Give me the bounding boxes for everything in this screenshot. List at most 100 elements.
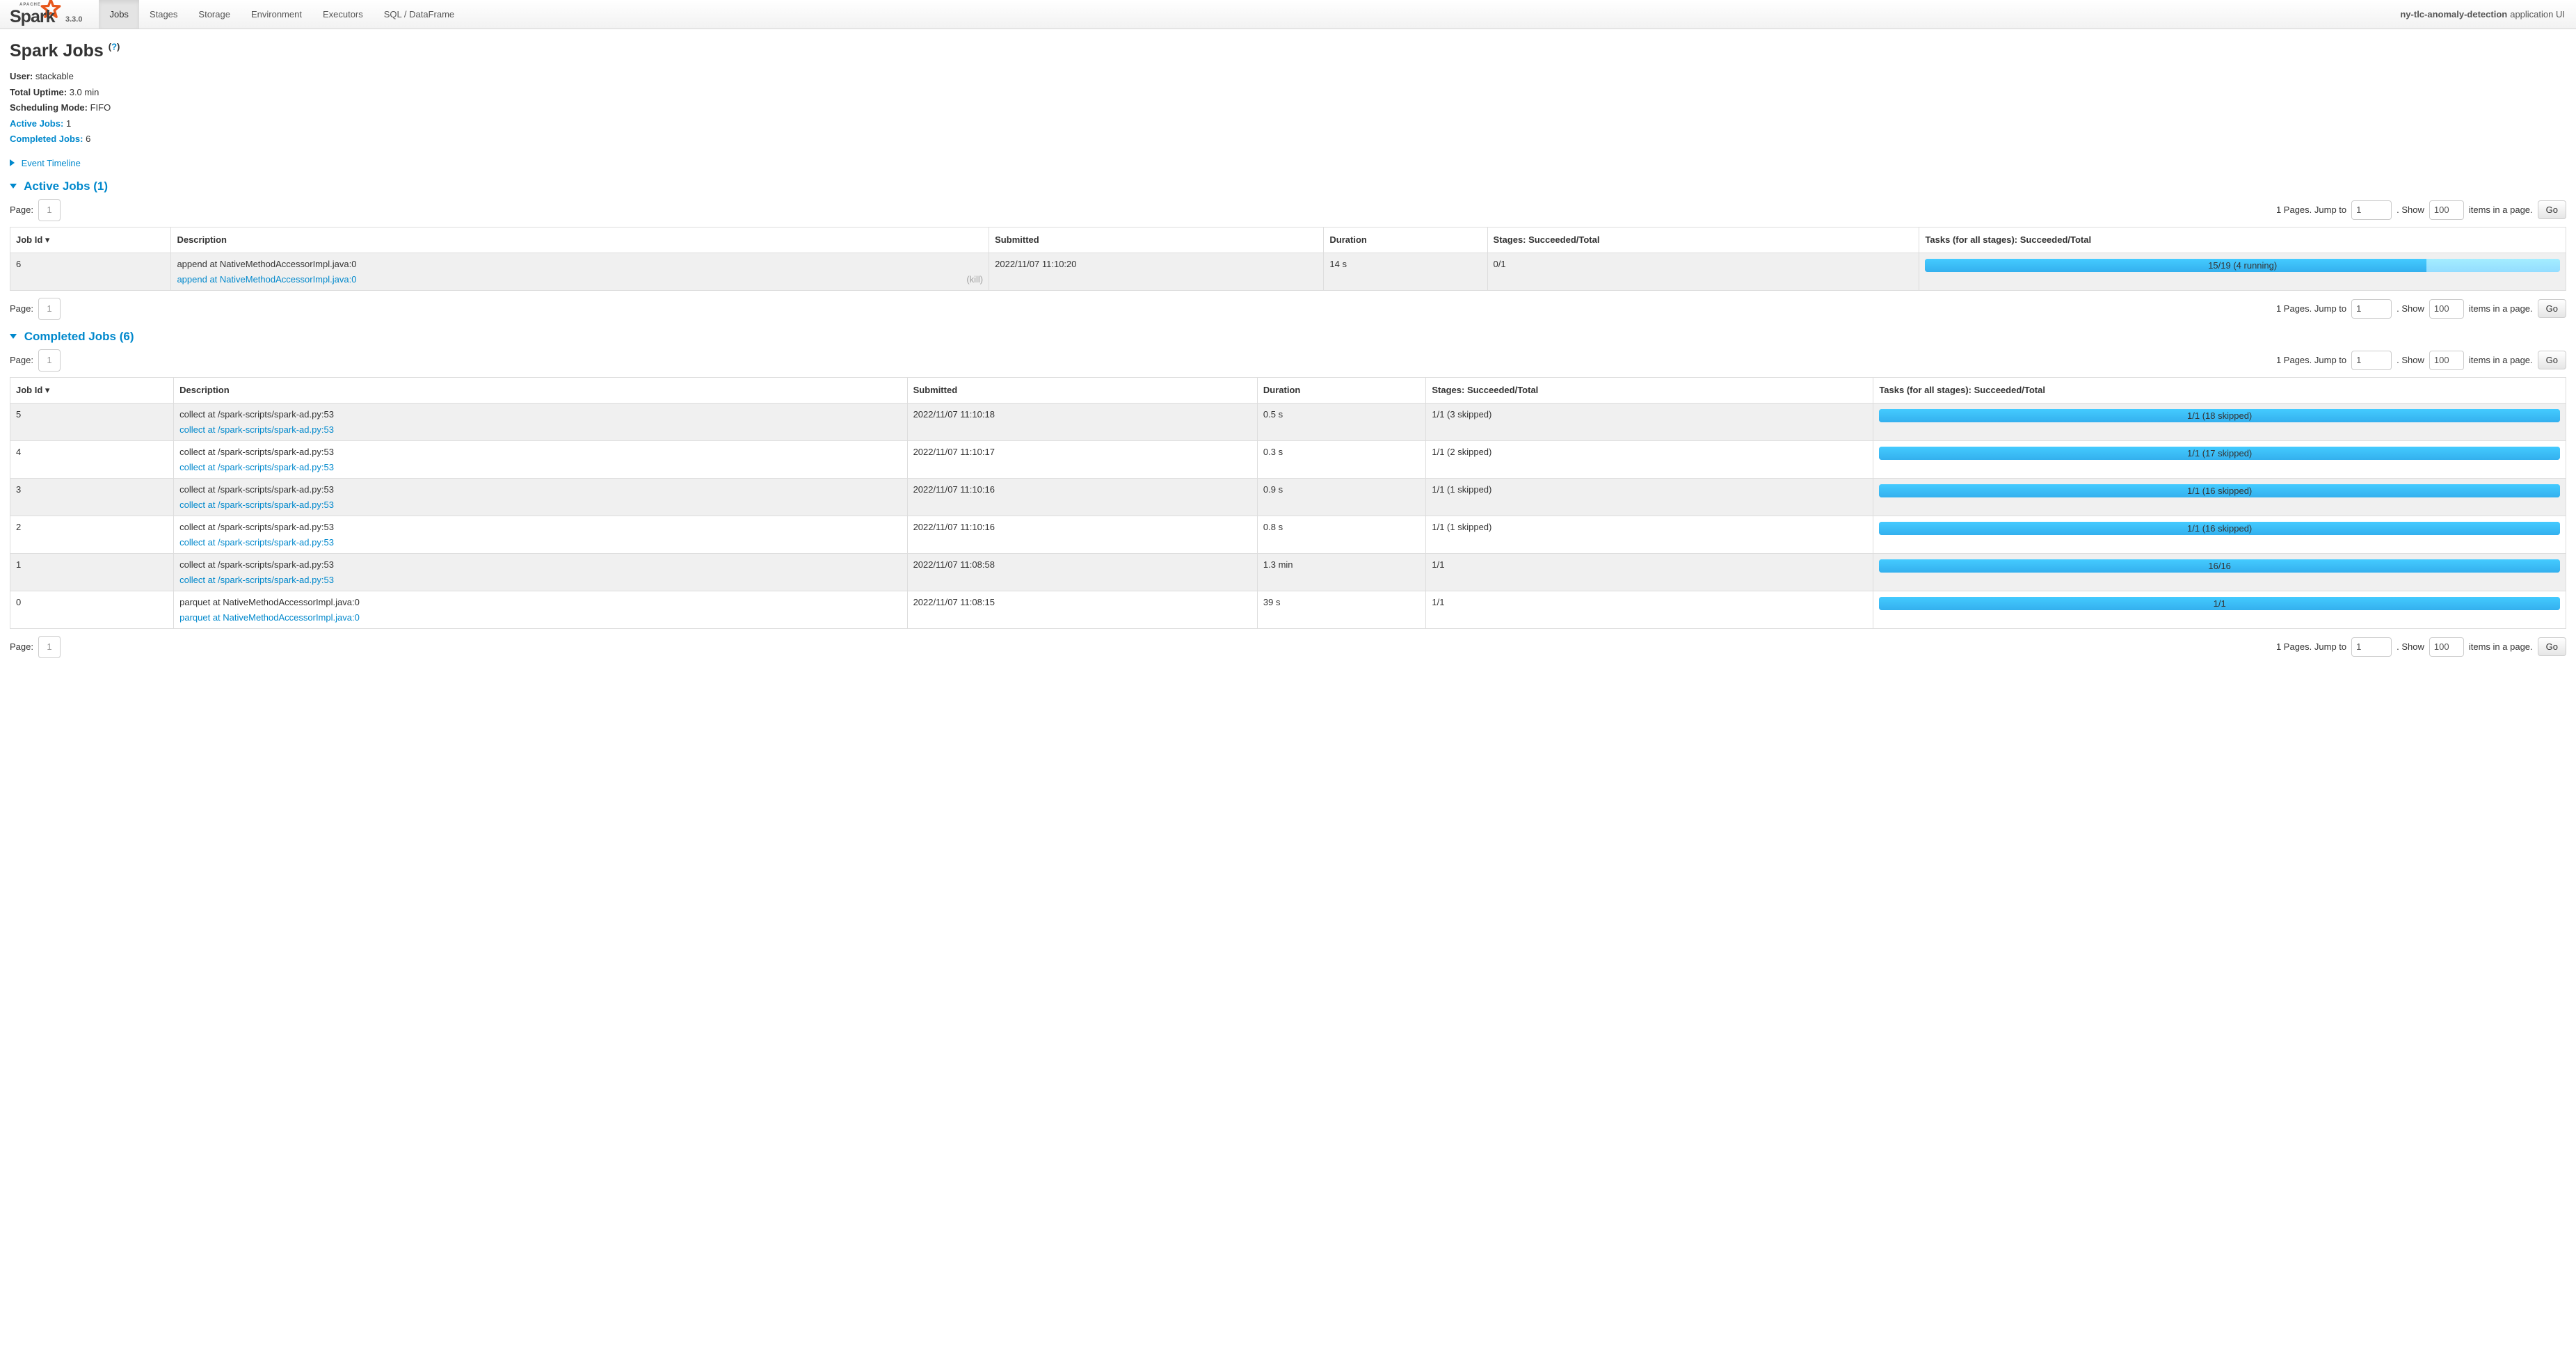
job-duration-cell: 14 s (1324, 253, 1487, 290)
help-paren-close: ) (117, 42, 120, 52)
page-number-input[interactable] (38, 199, 61, 221)
job-description-text: collect at /spark-scripts/spark-ad.py:53 (179, 522, 901, 532)
header-description[interactable]: Description (174, 377, 907, 403)
active-table-header-row: Job Id ▾ Description Submitted Duration … (10, 227, 2566, 253)
job-row: 5collect at /spark-scripts/spark-ad.py:5… (10, 403, 2566, 440)
job-id-cell: 6 (10, 253, 171, 290)
go-button[interactable]: Go (2538, 637, 2566, 656)
job-stages-cell: 1/1 (3 skipped) (1426, 403, 1873, 440)
job-id-cell: 3 (10, 478, 174, 516)
header-stages[interactable]: Stages: Succeeded/Total (1426, 377, 1873, 403)
job-stages-cell: 1/1 (1 skipped) (1426, 516, 1873, 553)
items-per-page-input[interactable] (2429, 299, 2464, 319)
go-button[interactable]: Go (2538, 200, 2566, 219)
tab-jobs[interactable]: Jobs (99, 0, 138, 29)
job-row: 6 append at NativeMethodAccessorImpl.java… (10, 253, 2566, 290)
tasks-progress-bar: 1/1 (16 skipped) (1879, 522, 2560, 535)
job-submitted-cell: 2022/11/07 11:10:20 (989, 253, 1324, 290)
page-content: Spark Jobs (?) User: stackable Total Upt… (0, 41, 2576, 680)
tab-executors[interactable]: Executors (312, 0, 374, 29)
job-stages-cell: 1/1 (1426, 591, 1873, 628)
go-button[interactable]: Go (2538, 299, 2566, 318)
summary-active-jobs-link[interactable]: Active Jobs: (10, 118, 63, 129)
job-description-links: collect at /spark-scripts/spark-ad.py:53 (179, 424, 901, 435)
job-description-links: collect at /spark-scripts/spark-ad.py:53 (179, 462, 901, 472)
header-submitted[interactable]: Submitted (989, 227, 1324, 253)
job-id-cell: 4 (10, 440, 174, 478)
tasks-progress-bar: 1/1 (18 skipped) (1879, 409, 2560, 422)
pagination-bar: Page: 1 Pages. Jump to . Show items in a… (10, 636, 2566, 658)
job-id-cell: 5 (10, 403, 174, 440)
tab-environment[interactable]: Environment (241, 0, 312, 29)
page-number-input[interactable] (38, 636, 61, 658)
job-row: 4 collect at /spark-scripts/spark-ad.py:5… (10, 440, 2566, 478)
job-detail-link[interactable]: collect at /spark-scripts/spark-ad.py:53 (179, 500, 334, 510)
application-ui-suffix: application UI (2510, 9, 2565, 19)
tab-stages[interactable]: Stages (139, 0, 188, 29)
job-submitted-cell: 2022/11/07 11:08:58 (907, 553, 1257, 591)
show-text: . Show (2397, 355, 2424, 365)
jump-to-page-input[interactable] (2351, 299, 2392, 319)
show-text: . Show (2397, 303, 2424, 314)
summary-active-jobs: Active Jobs: 1 (10, 118, 2566, 130)
job-tasks-cell: 16/16 (1873, 553, 2566, 591)
job-detail-link[interactable]: collect at /spark-scripts/spark-ad.py:53 (179, 575, 334, 585)
completed-jobs-table: Job Id ▾ Description Submitted Duration … (10, 377, 2566, 629)
job-detail-link[interactable]: collect at /spark-scripts/spark-ad.py:53 (179, 462, 334, 472)
job-detail-link[interactable]: append at NativeMethodAccessorImpl.java:… (177, 274, 356, 285)
jump-to-page-input[interactable] (2351, 200, 2392, 220)
event-timeline-toggle[interactable]: Event Timeline (10, 158, 2566, 168)
job-description-cell: collect at /spark-scripts/spark-ad.py:53… (174, 516, 907, 553)
header-submitted[interactable]: Submitted (907, 377, 1257, 403)
header-duration[interactable]: Duration (1324, 227, 1487, 253)
job-detail-link[interactable]: parquet at NativeMethodAccessorImpl.java… (179, 612, 360, 623)
job-detail-link[interactable]: collect at /spark-scripts/spark-ad.py:53 (179, 424, 334, 435)
job-tasks-cell: 1/1 (18 skipped) (1873, 403, 2566, 440)
header-tasks[interactable]: Tasks (for all stages): Succeeded/Total (1919, 227, 2566, 253)
tasks-progress-bar: 15/19 (4 running) (1925, 259, 2560, 272)
job-detail-link[interactable]: collect at /spark-scripts/spark-ad.py:53 (179, 537, 334, 548)
tab-sql-dataframe[interactable]: SQL / DataFrame (374, 0, 465, 29)
progress-label: 1/1 (16 skipped) (1879, 522, 2560, 535)
summary-completed-jobs-value: 6 (86, 134, 90, 144)
header-job-id[interactable]: Job Id ▾ (10, 227, 171, 253)
header-duration[interactable]: Duration (1257, 377, 1425, 403)
go-button[interactable]: Go (2538, 351, 2566, 369)
summary-completed-jobs-link[interactable]: Completed Jobs: (10, 134, 83, 144)
job-description-cell: collect at /spark-scripts/spark-ad.py:53… (174, 403, 907, 440)
progress-label: 15/19 (4 running) (1925, 259, 2560, 272)
items-per-page-input[interactable] (2429, 200, 2464, 220)
page-label: Page: (10, 303, 33, 314)
jump-to-page-input[interactable] (2351, 637, 2392, 657)
header-description[interactable]: Description (171, 227, 989, 253)
summary-active-jobs-value: 1 (66, 118, 71, 129)
items-in-page-text: items in a page. (2469, 355, 2533, 365)
job-submitted-cell: 2022/11/07 11:10:18 (907, 403, 1257, 440)
items-per-page-input[interactable] (2429, 351, 2464, 370)
progress-label: 1/1 (18 skipped) (1879, 409, 2560, 422)
completed-jobs-section-header[interactable]: Completed Jobs (6) (10, 330, 2566, 344)
active-jobs-section-header[interactable]: Active Jobs (1) (10, 179, 2566, 193)
header-job-id[interactable]: Job Id ▾ (10, 377, 174, 403)
job-description-text: collect at /spark-scripts/spark-ad.py:53 (179, 484, 901, 495)
page-label: Page: (10, 641, 33, 652)
page-number-input[interactable] (38, 349, 61, 372)
summary-uptime-label: Total Uptime: (10, 87, 67, 97)
kill-link[interactable]: (kill) (966, 274, 983, 285)
job-description-links: collect at /spark-scripts/spark-ad.py:53 (179, 575, 901, 585)
items-per-page-input[interactable] (2429, 637, 2464, 657)
page-title-text: Spark Jobs (10, 41, 104, 61)
tasks-progress-bar: 1/1 (16 skipped) (1879, 484, 2560, 497)
job-row: 2collect at /spark-scripts/spark-ad.py:5… (10, 516, 2566, 553)
active-jobs-title: Active Jobs (1) (24, 179, 108, 193)
page-number-input[interactable] (38, 298, 61, 320)
logo-spark-text: Spark (10, 7, 54, 27)
header-tasks[interactable]: Tasks (for all stages): Succeeded/Total (1873, 377, 2566, 403)
help-link[interactable]: ? (111, 42, 117, 52)
job-duration-cell: 0.3 s (1257, 440, 1425, 478)
show-text: . Show (2397, 641, 2424, 652)
jump-to-page-input[interactable] (2351, 351, 2392, 370)
header-stages[interactable]: Stages: Succeeded/Total (1487, 227, 1919, 253)
items-in-page-text: items in a page. (2469, 205, 2533, 215)
tab-storage[interactable]: Storage (188, 0, 241, 29)
